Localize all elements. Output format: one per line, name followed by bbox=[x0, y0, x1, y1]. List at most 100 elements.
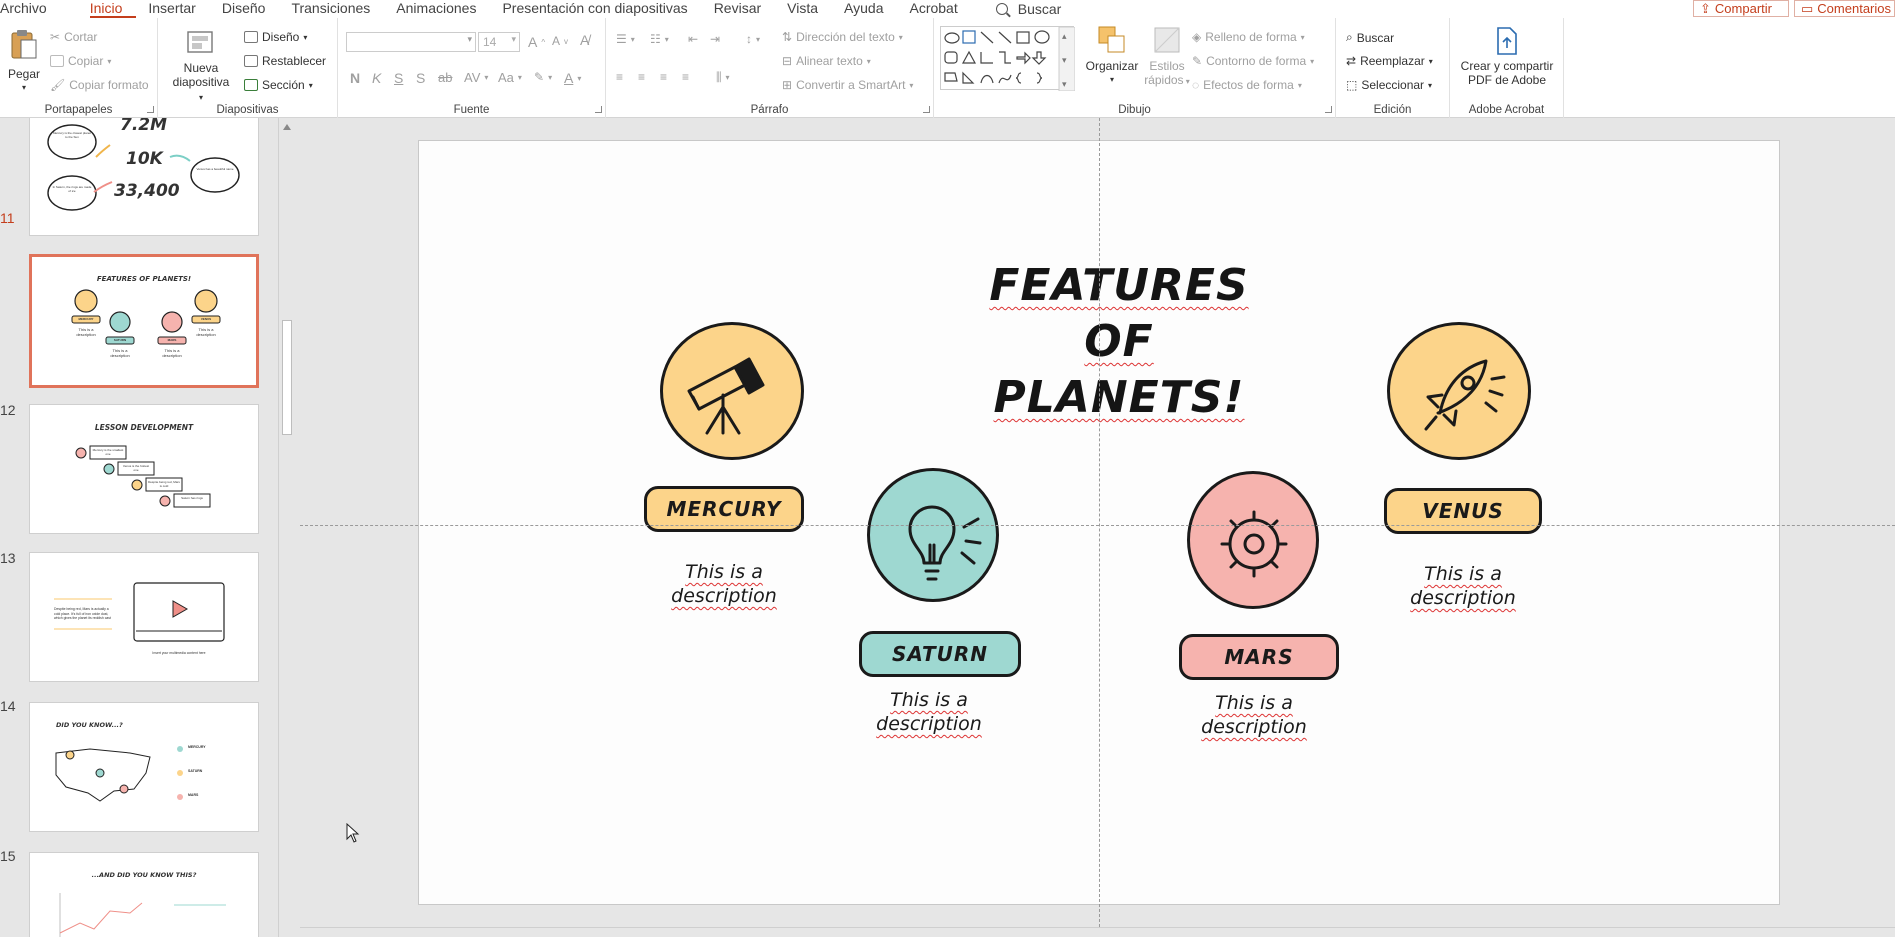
numbering-icon[interactable]: ☷ ▾ bbox=[650, 32, 669, 46]
slide-thumbnail-pane[interactable]: 7.2M 10K 33,400 Mercury is the closest p… bbox=[0, 118, 278, 937]
font-size-box[interactable]: 14 ▾ bbox=[478, 32, 520, 52]
drawing-launcher-icon[interactable] bbox=[1325, 106, 1332, 113]
bold-button[interactable]: N bbox=[350, 70, 360, 86]
tab-transiciones[interactable]: Transiciones bbox=[291, 0, 384, 18]
slide-thumbnail-15[interactable]: ...and did you know this? bbox=[29, 852, 259, 937]
shape-outline-button[interactable]: ✎ Contorno de forma ▾ bbox=[1192, 54, 1314, 68]
tab-acrobat[interactable]: Acrobat bbox=[909, 0, 971, 18]
mars-description[interactable]: This is a description bbox=[1179, 691, 1329, 739]
tab-archivo[interactable]: Archivo bbox=[0, 0, 61, 18]
thumbnail-scroll-handle[interactable] bbox=[282, 320, 292, 435]
grow-font-button[interactable]: A ^ bbox=[528, 34, 545, 50]
mars-description-text: This is a description bbox=[1201, 692, 1307, 738]
create-pdf-button[interactable]: Crear y compartir PDF de Adobe bbox=[1456, 26, 1558, 87]
bullets-icon[interactable]: ☰ ▾ bbox=[616, 32, 635, 46]
saturn-description[interactable]: This is a description bbox=[854, 688, 1004, 736]
tab-inicio[interactable]: Inicio bbox=[89, 0, 137, 18]
format-painter-button[interactable]: 🖌 Copiar formato bbox=[50, 78, 149, 92]
replace-button[interactable]: ⇄ Reemplazar ▾ bbox=[1346, 54, 1433, 68]
font-name-box[interactable]: ▾ bbox=[346, 32, 476, 52]
horizontal-scrollbar[interactable] bbox=[300, 927, 1895, 937]
font-color-icon[interactable]: A ▾ bbox=[564, 70, 581, 86]
mars-label[interactable]: Mars bbox=[1179, 634, 1339, 680]
spacing-button[interactable]: AV ▾ bbox=[464, 70, 488, 85]
indent-icon[interactable]: ⇥ bbox=[710, 32, 720, 46]
align-text-button[interactable]: ⊟ Alinear texto ▾ bbox=[782, 54, 871, 68]
smartart-label: Convertir a SmartArt bbox=[796, 78, 906, 92]
tab-revisar[interactable]: Revisar bbox=[714, 0, 775, 18]
tab-diseno[interactable]: Diseño bbox=[222, 0, 280, 18]
slide-thumbnail-12[interactable]: Lesson development Mercury is the smalle… bbox=[29, 404, 259, 534]
quick-styles-button[interactable]: Estilos rápidos ▾ bbox=[1140, 24, 1194, 89]
italic-button[interactable]: K bbox=[372, 70, 381, 86]
search-box[interactable]: Buscar bbox=[995, 1, 1061, 17]
thumb-12-item-2: Venus is the hottest one bbox=[122, 464, 150, 472]
thumb-11-label-4: Venus bbox=[200, 317, 212, 321]
venus-label[interactable]: Venus bbox=[1384, 488, 1542, 534]
saturn-circle[interactable] bbox=[867, 468, 999, 602]
tab-presentacion[interactable]: Presentación con diapositivas bbox=[502, 0, 701, 18]
slide-thumbnail-11[interactable]: Features of planets! Mercury Saturn Mars… bbox=[29, 254, 259, 388]
new-slide-button[interactable]: Nueva diapositiva ▾ bbox=[170, 28, 232, 105]
scroll-up-icon[interactable] bbox=[283, 124, 291, 130]
tab-vista[interactable]: Vista bbox=[787, 0, 832, 18]
section-button[interactable]: Sección ▾ bbox=[244, 78, 313, 92]
slide-title[interactable]: Features of planets! bbox=[969, 258, 1269, 426]
tab-animaciones[interactable]: Animaciones bbox=[396, 0, 490, 18]
section-label: Sección bbox=[262, 78, 305, 92]
tab-ayuda[interactable]: Ayuda bbox=[844, 0, 897, 18]
find-button[interactable]: ⌕ Buscar bbox=[1346, 30, 1394, 45]
paragraph-launcher-icon[interactable] bbox=[923, 106, 930, 113]
shapes-gallery[interactable]: ▴ ▾ ▾ bbox=[940, 26, 1076, 92]
text-direction-button[interactable]: ⇅ Dirección del texto ▾ bbox=[782, 30, 903, 44]
mars-circle[interactable] bbox=[1187, 471, 1319, 609]
strike-button[interactable]: ab bbox=[438, 70, 452, 85]
clear-format-icon[interactable]: A̸ bbox=[580, 32, 589, 48]
shrink-font-button[interactable]: Av bbox=[552, 34, 568, 48]
slide-thumbnail-13[interactable]: Despite being red, Mars is actually a co… bbox=[29, 552, 259, 682]
shape-effects-button[interactable]: ◌ Efectos de forma ▾ bbox=[1192, 78, 1302, 92]
columns-icon[interactable]: ⫼ ▾ bbox=[716, 70, 730, 85]
venus-circle[interactable] bbox=[1387, 322, 1531, 460]
line-spacing-icon[interactable]: ↕ ▾ bbox=[746, 32, 760, 46]
align-center-icon[interactable]: ≡ bbox=[638, 70, 645, 84]
thumb-13-text: Despite being red, Mars is actually a co… bbox=[54, 607, 111, 620]
paste-button[interactable]: Pegar ▾ bbox=[6, 28, 42, 95]
horizontal-guide[interactable] bbox=[300, 525, 1895, 526]
venus-description-text: This is a description bbox=[1410, 563, 1516, 609]
arrange-button[interactable]: Organizar ▾ bbox=[1084, 24, 1140, 87]
slide-number-12: 12 bbox=[0, 402, 16, 418]
share-button[interactable]: ⇪ Compartir bbox=[1693, 0, 1789, 17]
font-launcher-icon[interactable] bbox=[595, 106, 602, 113]
cut-button[interactable]: ✂ Cortar bbox=[50, 30, 97, 44]
smartart-button[interactable]: ⊞ Convertir a SmartArt ▾ bbox=[782, 78, 913, 92]
shape-fill-button[interactable]: ◈ Relleno de forma ▾ bbox=[1192, 30, 1305, 44]
layout-button[interactable]: Diseño ▾ bbox=[244, 30, 307, 44]
slide-thumbnail-10[interactable]: 7.2M 10K 33,400 Mercury is the closest p… bbox=[29, 118, 259, 236]
paste-label: Pegar bbox=[7, 67, 41, 81]
case-button[interactable]: Aa ▾ bbox=[498, 70, 522, 85]
align-right-icon[interactable]: ≡ bbox=[660, 70, 667, 84]
shadow-button[interactable]: S bbox=[416, 70, 425, 86]
copy-button[interactable]: Copiar ▾ bbox=[50, 54, 111, 68]
outdent-icon[interactable]: ⇤ bbox=[688, 32, 698, 46]
paragraph-group-label: Párrafo bbox=[750, 104, 789, 116]
underline-button[interactable]: S bbox=[394, 70, 403, 86]
mercury-circle[interactable] bbox=[660, 322, 804, 460]
tab-insertar[interactable]: Insertar bbox=[148, 0, 209, 18]
mercury-description[interactable]: This is a description bbox=[649, 560, 799, 608]
saturn-label[interactable]: Saturn bbox=[859, 631, 1021, 677]
align-left-icon[interactable]: ≡ bbox=[616, 70, 623, 84]
comments-button[interactable]: ▭ Comentarios bbox=[1794, 0, 1895, 17]
align-text-icon: ⊟ bbox=[782, 54, 793, 68]
highlight-icon[interactable]: ✎ ▾ bbox=[534, 70, 552, 84]
reset-icon bbox=[244, 55, 258, 67]
slide-thumbnail-14[interactable]: Did you know...? Mercury Saturn Mars bbox=[29, 702, 259, 832]
select-button[interactable]: ⬚ Seleccionar ▾ bbox=[1346, 78, 1432, 92]
clipboard-launcher-icon[interactable] bbox=[147, 106, 154, 113]
venus-description[interactable]: This is a description bbox=[1388, 562, 1538, 610]
thumbnail-scrollbar[interactable] bbox=[278, 118, 294, 937]
vertical-guide[interactable] bbox=[1099, 118, 1100, 937]
justify-icon[interactable]: ≡ bbox=[682, 70, 689, 84]
reset-button[interactable]: Restablecer bbox=[244, 54, 326, 68]
